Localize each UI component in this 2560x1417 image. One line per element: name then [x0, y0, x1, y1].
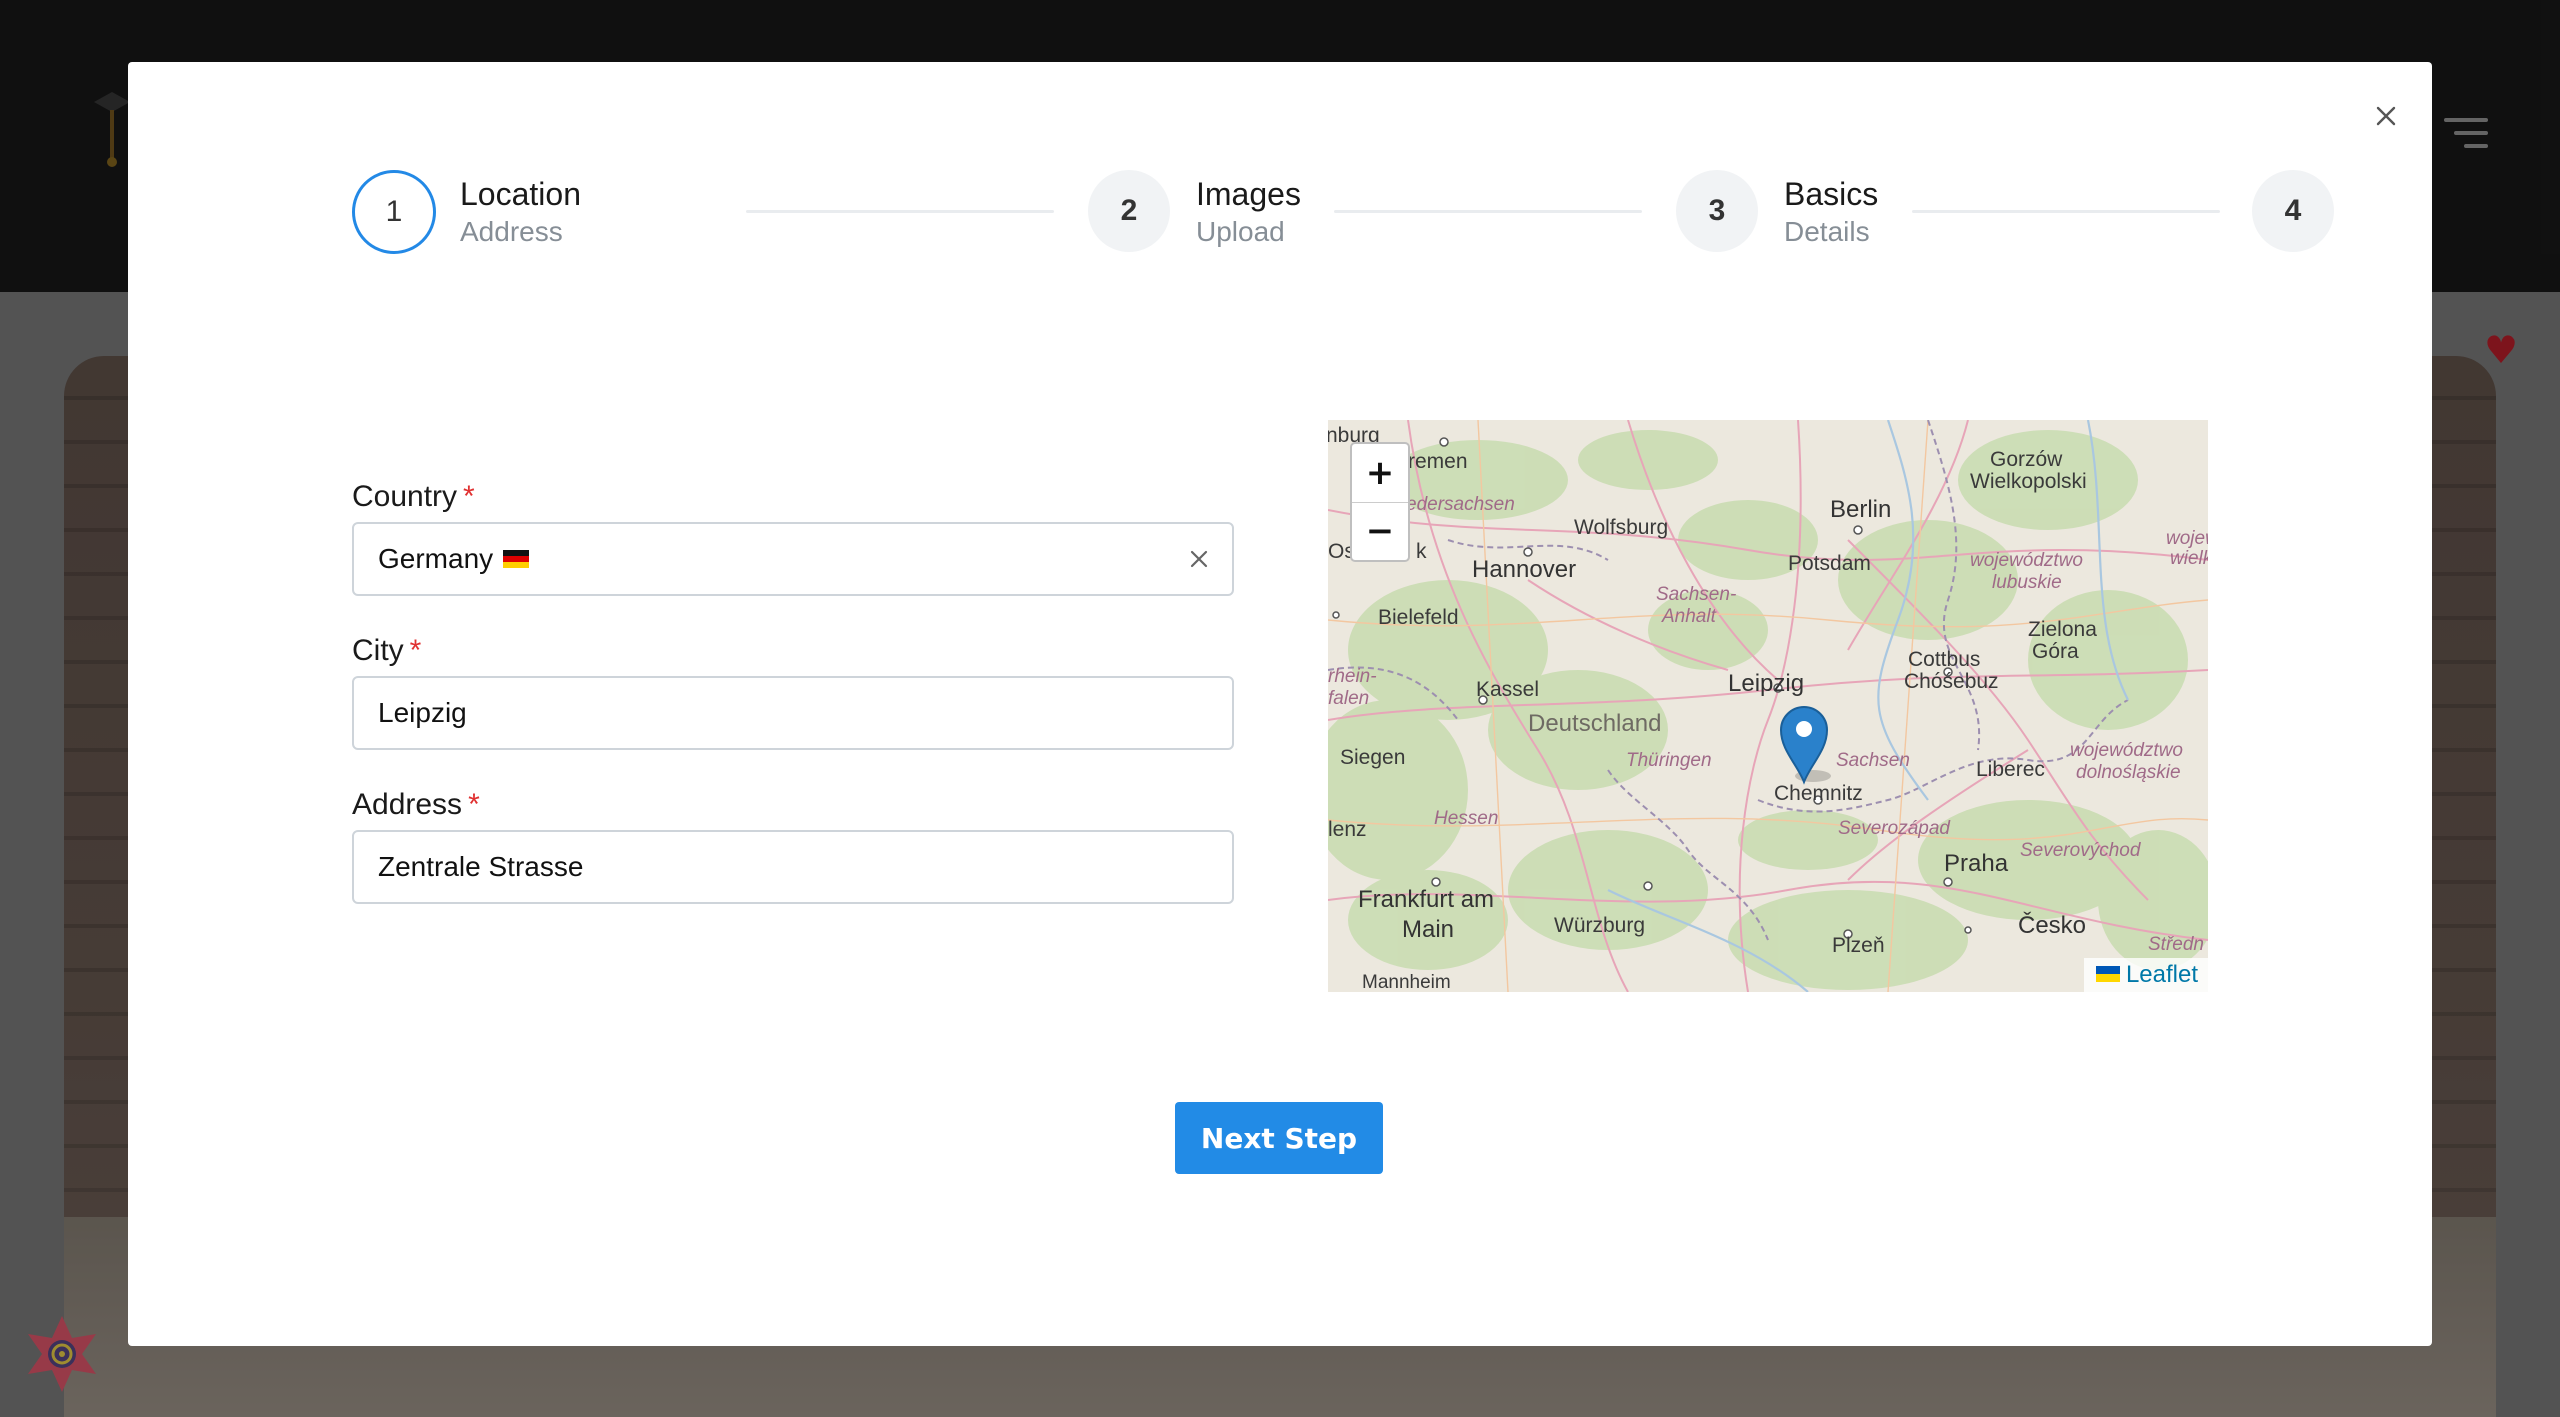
- map-label-frankfurt-1: Frankfurt am: [1358, 886, 1495, 913]
- step-4-circle: 4: [2252, 170, 2334, 252]
- step-1-subtitle: Address: [460, 216, 563, 247]
- listing-wizard-modal: 1 Location Address 2 Images Upload 3 Bas…: [128, 62, 2432, 1346]
- map-label-sachsen-anhalt-1: Sachsen-: [1656, 584, 1737, 605]
- map-label-sachsen: Sachsen: [1836, 750, 1910, 771]
- map-label-woj-2: wielk: [2170, 548, 2208, 569]
- step-2-title: Images: [1196, 176, 1301, 212]
- step-images[interactable]: 2 Images Upload: [1088, 170, 1338, 256]
- city-value: Leipzig: [378, 697, 467, 728]
- map-label-siegen: Siegen: [1340, 746, 1406, 769]
- map-zoom-control: + −: [1350, 442, 1410, 562]
- map-label-lubuskie-1: województwo: [1970, 550, 2083, 571]
- map-label-stredni: Středn: [2148, 934, 2204, 955]
- map-label-kassel: Kassel: [1476, 678, 1540, 701]
- map-pin-icon[interactable]: [1779, 704, 1833, 786]
- address-value: Zentrale Strasse: [378, 851, 584, 882]
- map-label-gorzow-1: Gorzów: [1990, 448, 2063, 471]
- wizard-stepper: 1 Location Address 2 Images Upload 3 Bas…: [352, 170, 2334, 256]
- map-label-nrw-2: falen: [1328, 688, 1370, 709]
- map-label-severozapad: Severozápad: [1838, 818, 1950, 839]
- map-label-bremen: remen: [1408, 450, 1468, 473]
- map-label-zielona-2: Góra: [2032, 640, 2079, 663]
- step-3-subtitle: Details: [1784, 216, 1870, 247]
- clear-icon[interactable]: [1186, 546, 1212, 572]
- map-label-hannover: Hannover: [1472, 556, 1577, 583]
- step-2-subtitle: Upload: [1196, 216, 1285, 247]
- map-label-cottbus-1: Cottbus: [1908, 648, 1981, 671]
- map-label-woj-1: wojew: [2166, 528, 2208, 549]
- map-label-deutschland: Deutschland: [1528, 710, 1662, 737]
- map-label-praha: Praha: [1944, 850, 2009, 877]
- zoom-out-button[interactable]: −: [1352, 502, 1408, 560]
- map-label-plzen: Plzeň: [1832, 934, 1885, 957]
- map-label-mannheim: Mannheim: [1362, 972, 1451, 992]
- map-label-k: k: [1416, 540, 1427, 563]
- ukraine-flag-icon: [2095, 966, 2120, 983]
- map-label-leipzig: Leipzig: [1728, 670, 1805, 697]
- step-1-title: Location: [460, 176, 581, 212]
- map-label-severovychod: Severovýchod: [2020, 840, 2141, 861]
- step-3-circle: 3: [1676, 170, 1758, 252]
- step-connector: [1912, 210, 2220, 213]
- map-label-koblenz: lenz: [1328, 818, 1367, 841]
- map-label-gorzow-2: Wielkopolski: [1970, 470, 2087, 493]
- step-connector: [1334, 210, 1642, 213]
- step-3-title: Basics: [1784, 176, 1879, 212]
- step-location[interactable]: 1 Location Address: [352, 170, 602, 256]
- city-label: City *: [352, 634, 422, 667]
- map-label-dolnoslaskie-1: województwo: [2070, 740, 2183, 761]
- country-label: Country *: [352, 480, 475, 513]
- map-label-zielona-1: Zielona: [2028, 618, 2097, 641]
- map-label-liberec: Liberec: [1976, 758, 2045, 781]
- map-label-thueringen: Thüringen: [1626, 750, 1712, 771]
- country-value: Germany: [378, 543, 494, 574]
- country-select[interactable]: Germany: [352, 522, 1234, 596]
- map-attribution[interactable]: Leaflet: [2083, 958, 2208, 992]
- map-label-niedersachsen: edersachsen: [1406, 494, 1515, 515]
- address-input[interactable]: Zentrale Strasse: [352, 830, 1234, 904]
- step-1-circle: 1: [352, 170, 436, 254]
- germany-flag-icon: [503, 549, 530, 568]
- map-label-nrw-1: rhein-: [1328, 666, 1377, 687]
- map-label-bielefeld: Bielefeld: [1378, 606, 1459, 629]
- map-label-potsdam: Potsdam: [1788, 552, 1871, 575]
- map-label-wolfsburg: Wolfsburg: [1574, 516, 1669, 539]
- map-label-frankfurt-2: Main: [1402, 916, 1455, 943]
- map-label-hessen: Hessen: [1434, 808, 1499, 829]
- step-2-circle: 2: [1088, 170, 1170, 252]
- step-basics[interactable]: 3 Basics Details: [1676, 170, 1926, 256]
- step-4[interactable]: 4: [2252, 170, 2338, 256]
- map-label-cottbus-2: Chóśebuz: [1904, 670, 1999, 693]
- city-input[interactable]: Leipzig: [352, 676, 1234, 750]
- step-connector: [746, 210, 1054, 213]
- map-label-lubuskie-2: lubuskie: [1992, 572, 2062, 593]
- next-step-button[interactable]: Next Step: [1175, 1102, 1383, 1174]
- map-label-sachsen-anhalt-2: Anhalt: [1662, 606, 1716, 627]
- zoom-in-button[interactable]: +: [1352, 444, 1408, 503]
- leaflet-link[interactable]: Leaflet: [2126, 961, 2198, 988]
- map-label-cesko: Česko: [2018, 912, 2087, 939]
- location-map[interactable]: nburg remen edersachsen Wolfsburg Hannov…: [1328, 420, 2208, 992]
- map-label-dolnoslaskie-2: dolnośląskie: [2076, 762, 2181, 783]
- map-label-berlin: Berlin: [1830, 496, 1892, 523]
- close-icon[interactable]: [2370, 100, 2402, 132]
- address-label: Address *: [352, 788, 480, 821]
- map-label-wuerzburg: Würzburg: [1554, 914, 1646, 937]
